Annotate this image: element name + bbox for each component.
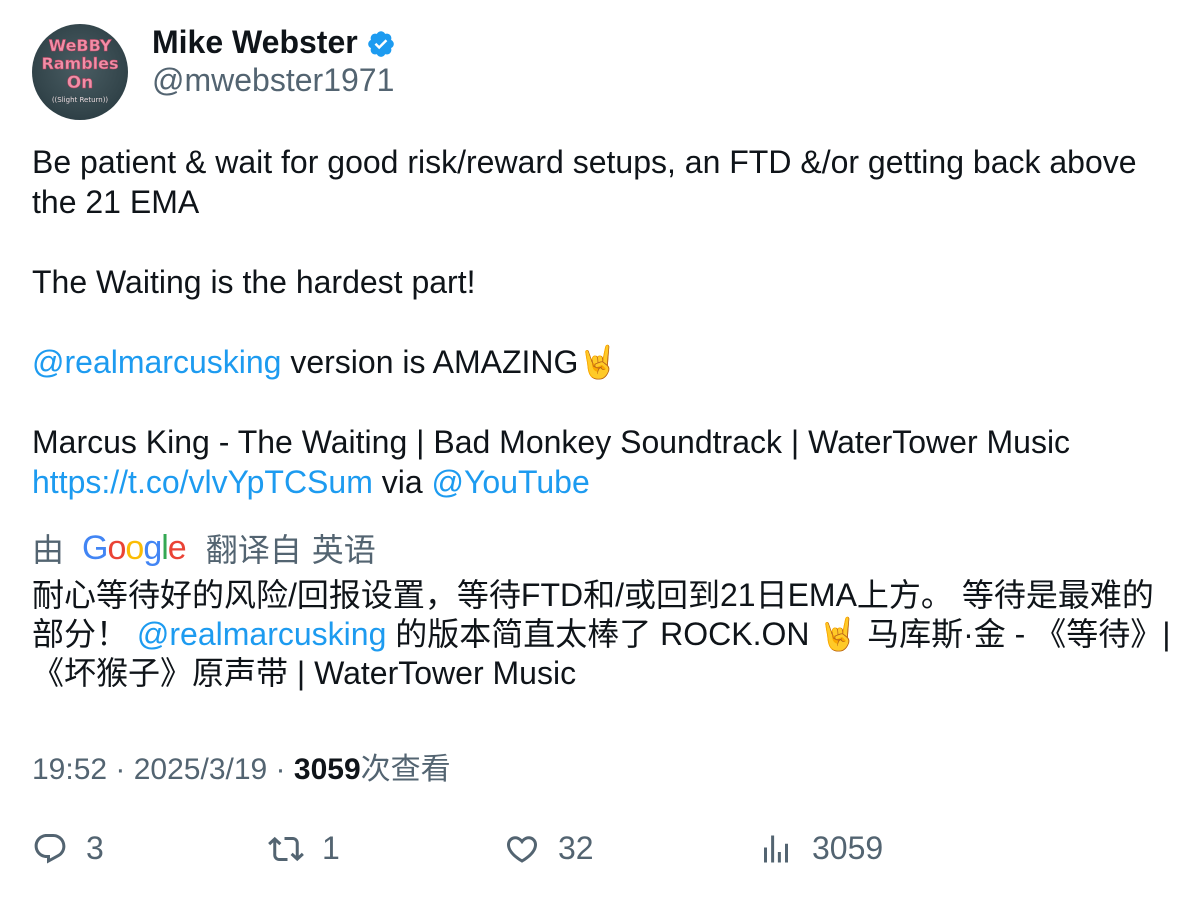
tweet-line-4: Marcus King - The Waiting | Bad Monkey S… [32,424,1071,460]
repost-icon [268,836,304,861]
tweet-line-3: @realmarcusking version is AMAZING🤘 [32,342,1172,382]
translated-text: 耐心等待好的风险/回报设置，等待FTD和/或回到21日EMA上方。 等待是最难的… [32,576,1172,693]
like-button[interactable]: 32 [504,830,594,867]
views-action-count: 3059 [812,830,884,866]
google-logo[interactable]: Google [82,529,187,568]
views-count: 3059 [293,753,361,786]
views-label: 次查看 [360,753,451,786]
avatar[interactable]: WeBBY Rambles On ((Slight Return)) [32,24,128,120]
action-bar: 3 1 32 3059 [32,830,1172,874]
tweet-meta: 19:52 · 2025/3/19 · 3059次查看 [32,744,451,788]
meta-separator-2: · [267,753,294,786]
translation-prefix: 由 [32,532,65,568]
reply-button[interactable]: 3 [32,830,104,867]
source-language: 英语 [311,532,376,568]
like-count: 32 [558,830,594,866]
author-handle[interactable]: @mwebster1971 [152,62,394,99]
avatar-text-3: On [67,73,94,93]
tweet-text: Be patient & wait for good risk/reward s… [32,142,1172,502]
tweet-line-5: https://t.co/vlvYpTCSum via @YouTube [32,462,1172,502]
avatar-image: WeBBY Rambles On ((Slight Return)) [41,36,119,104]
avatar-text-2: Rambles [41,54,118,73]
avatar-text-1: WeBBY [48,36,111,55]
translated-emoji: 🤘 [818,616,859,652]
url-link[interactable]: https://t.co/vlvYpTCSum [32,464,373,500]
verified-badge-icon[interactable] [366,29,396,59]
author-display-name[interactable]: Mike Webster [152,24,358,61]
translated-mention-link[interactable]: @realmarcusking [137,616,386,652]
meta-separator: · [107,753,134,786]
views-button[interactable]: 3059 [758,830,883,867]
reply-icon [34,833,66,864]
translated-part-2: 的版本简直太棒了 ROCK.ON [386,616,819,652]
tweet-line-1: Be patient & wait for good risk/reward s… [32,144,1137,220]
mention-link[interactable]: @realmarcusking [32,344,281,380]
translated-from-label: 翻译自 [205,532,302,568]
via-text: via [372,464,432,500]
avatar-text-4: ((Slight Return)) [52,96,109,104]
translation-header: 由 Google 翻译自 英语 [32,526,376,570]
analytics-icon [764,835,788,862]
repost-count: 1 [322,830,340,866]
tweet-line-3-text: version is AMAZING [281,344,579,380]
author-name-row: Mike Webster [152,22,396,62]
reply-count: 3 [86,830,104,866]
tweet-date[interactable]: 2025/3/19 [134,753,267,786]
repost-button[interactable]: 1 [268,830,340,867]
youtube-mention-link[interactable]: @YouTube [432,464,590,500]
heart-icon [506,835,538,863]
rock-on-emoji: 🤘 [578,344,619,380]
tweet-time[interactable]: 19:52 [32,753,107,786]
tweet-line-2: The Waiting is the hardest part! [32,264,476,300]
